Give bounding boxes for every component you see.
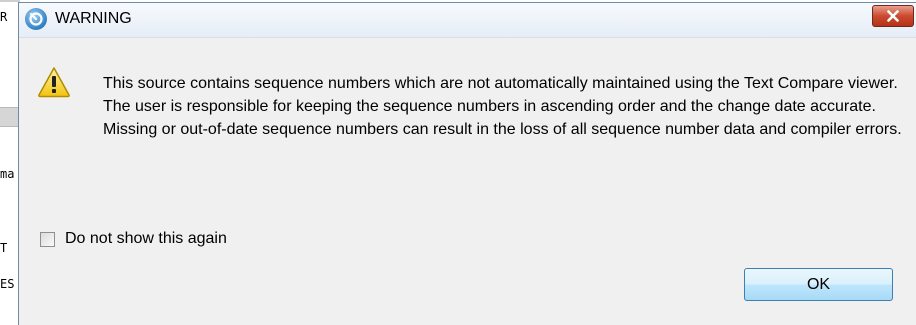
dont-show-again-checkbox[interactable] [40, 232, 55, 247]
editor-divider [0, 0, 20, 2]
editor-ruler-bar [0, 107, 20, 127]
editor-text-fragment: R [0, 10, 8, 24]
ok-button[interactable]: OK [744, 268, 893, 301]
dialog-titlebar[interactable]: WARNING [19, 3, 916, 38]
app-logo-icon [25, 8, 47, 30]
background-editor: R ma T ES [0, 0, 20, 325]
close-icon [887, 10, 899, 22]
editor-text-fragment: T [0, 241, 8, 255]
dialog-content: This source contains sequence numbers wh… [19, 38, 916, 325]
editor-text-fragment: ma [0, 167, 15, 181]
editor-text-fragment: ES [0, 277, 15, 291]
warning-triangle-icon [38, 67, 70, 98]
warning-message: This source contains sequence numbers wh… [103, 75, 902, 138]
warning-dialog: WARNING This source contains sequence nu… [18, 2, 916, 325]
dialog-title: WARNING [55, 10, 132, 27]
close-button[interactable] [872, 5, 914, 27]
dont-show-again-label[interactable]: Do not show this again [65, 230, 227, 248]
